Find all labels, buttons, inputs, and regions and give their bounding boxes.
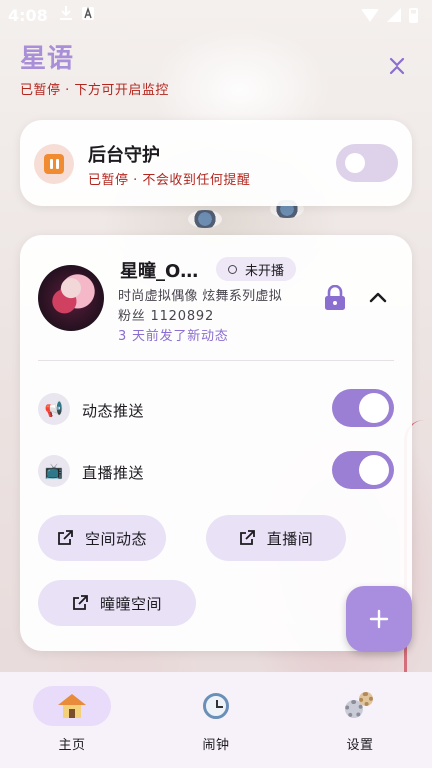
open-external-icon	[73, 595, 88, 610]
chevrons-collapse-icon	[389, 57, 405, 81]
streamer-name: 星曈_O…	[120, 261, 199, 282]
nav-home[interactable]: 主页	[0, 672, 144, 768]
setting-label: 直播推送	[82, 464, 145, 482]
expand-toggle-button[interactable]	[368, 289, 392, 309]
dynamic-push-toggle[interactable]	[332, 389, 394, 427]
open-external-icon	[239, 530, 255, 545]
nav-home-indicator	[33, 686, 111, 726]
open-external-icon	[58, 530, 73, 545]
nav-settings-indicator	[321, 686, 399, 726]
setting-live-push: 📺 直播推送	[38, 451, 394, 491]
bottom-navigation: 主页 闹钟 设置	[0, 672, 432, 768]
tv-icon: 📺	[38, 455, 70, 487]
setting-dynamic-push: 📢 动态推送	[38, 389, 394, 429]
live-room-button[interactable]: 直播间	[206, 515, 346, 561]
live-status-badge: 未开播	[216, 257, 297, 281]
nav-label: 设置	[346, 738, 374, 753]
live-push-toggle[interactable]	[332, 451, 394, 489]
lock-button[interactable]	[324, 284, 348, 315]
plus-icon	[369, 609, 389, 629]
user-space-button[interactable]: 曈曈空间	[38, 580, 196, 626]
nav-alarm[interactable]: 闹钟	[144, 672, 288, 768]
app-status-subtitle: 已暂停 · 下方可开启监控	[20, 83, 169, 98]
pause-icon	[34, 144, 74, 184]
collapse-button[interactable]	[384, 54, 410, 84]
download-icon	[59, 6, 72, 24]
setting-label: 动态推送	[82, 402, 145, 420]
circle-icon	[228, 264, 237, 274]
streamer-fans: 粉丝 1120892	[118, 309, 215, 324]
chevron-up-icon	[368, 289, 388, 308]
home-icon	[58, 694, 86, 718]
nav-label: 闹钟	[202, 738, 230, 753]
guard-subtitle: 已暂停 · 不会收到任何提醒	[88, 173, 251, 188]
battery-icon	[409, 7, 418, 23]
add-button[interactable]	[346, 586, 412, 652]
streamer-recent-activity: 3 天前发了新动态	[118, 329, 229, 344]
nav-label: 主页	[58, 738, 86, 753]
megaphone-icon: 📢	[38, 393, 70, 425]
live-status-label: 未开播	[245, 263, 285, 279]
a-badge-icon	[81, 6, 94, 24]
button-label: 曈曈空间	[99, 594, 162, 613]
streamer-description: 时尚虚拟偶像 炫舞系列虚拟	[118, 289, 283, 304]
lock-icon	[324, 284, 346, 315]
gears-icon	[345, 692, 375, 720]
button-label: 直播间	[266, 529, 314, 548]
status-bar: 4:08	[0, 0, 432, 30]
wifi-icon	[361, 8, 379, 22]
guard-toggle[interactable]	[336, 144, 398, 182]
app-title: 星语	[20, 44, 75, 74]
guard-title: 后台守护	[88, 145, 160, 166]
signal-icon	[387, 8, 401, 22]
nav-alarm-indicator	[177, 686, 255, 726]
alarm-clock-icon	[203, 693, 229, 719]
illustration-eye-left	[188, 210, 222, 228]
app-header: 星语 已暂停 · 下方可开启监控	[20, 38, 412, 98]
background-guard-card: 后台守护 已暂停 · 不会收到任何提醒	[20, 120, 412, 206]
button-label: 空间动态	[84, 529, 147, 548]
status-time: 4:08	[8, 5, 48, 25]
divider	[38, 360, 394, 361]
space-dynamics-button[interactable]: 空间动态	[38, 515, 166, 561]
nav-settings[interactable]: 设置	[288, 672, 432, 768]
avatar[interactable]	[38, 265, 104, 331]
